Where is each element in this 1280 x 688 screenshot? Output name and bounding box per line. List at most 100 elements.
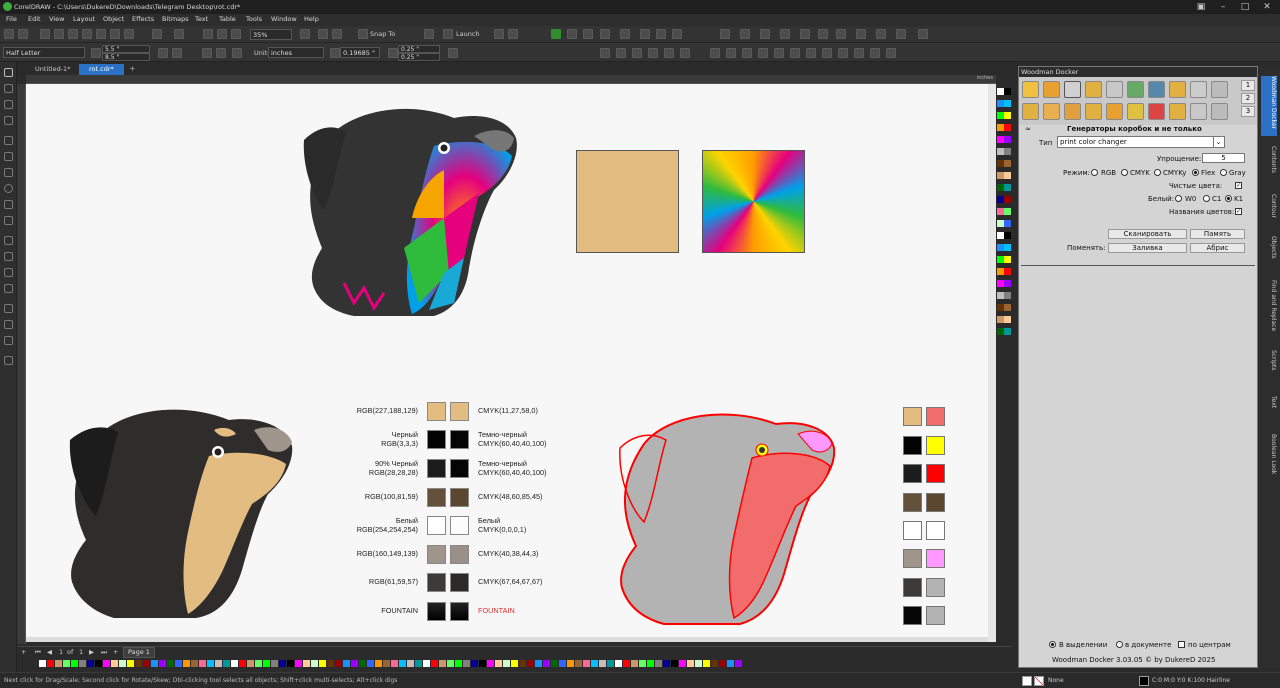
palette-swatch-h[interactable]: [111, 660, 118, 667]
result-swatch-4-b[interactable]: [926, 493, 945, 512]
export-icon[interactable]: [124, 29, 134, 39]
palette-swatch-h[interactable]: [503, 660, 510, 667]
dimension-tool-icon[interactable]: [4, 252, 13, 261]
menu-help[interactable]: Help: [304, 15, 319, 23]
palette-swatch-h[interactable]: [671, 660, 678, 667]
tool-e-icon[interactable]: [740, 29, 750, 39]
cut-icon[interactable]: [68, 29, 78, 39]
tool-k-icon[interactable]: [856, 29, 866, 39]
palette-swatch-v[interactable]: [1004, 244, 1011, 251]
tool-f-icon[interactable]: [760, 29, 770, 39]
snap-icon[interactable]: [358, 29, 368, 39]
palette-swatch-h[interactable]: [615, 660, 622, 667]
menu-layout[interactable]: Layout: [73, 15, 95, 23]
menu-table[interactable]: Table: [219, 15, 236, 23]
palette-swatch-h[interactable]: [439, 660, 446, 667]
add-page-icon[interactable]: +: [21, 648, 26, 656]
result-swatch-3-a[interactable]: [903, 464, 922, 483]
palette-swatch-v[interactable]: [1004, 112, 1011, 119]
side-tab-boolean[interactable]: Boolean Lookups: [1261, 434, 1277, 474]
palette-swatch-h[interactable]: [703, 660, 710, 667]
palette-swatch-v[interactable]: [997, 268, 1004, 275]
zoom-tool-icon[interactable]: [4, 116, 13, 125]
result-swatch-4-a[interactable]: [903, 493, 922, 512]
mode-rgb-radio[interactable]: [1091, 169, 1098, 176]
palette-swatch-h[interactable]: [231, 660, 238, 667]
pick-tool-icon[interactable]: [4, 68, 13, 77]
result-swatch-5-b[interactable]: [926, 521, 945, 540]
palette-swatch-h[interactable]: [431, 660, 438, 667]
palette-swatch-v[interactable]: [997, 220, 1004, 227]
interactive-fill-icon[interactable]: [4, 320, 13, 329]
launch-dropdown[interactable]: Launch: [456, 30, 480, 38]
palette-swatch-h[interactable]: [543, 660, 550, 667]
palette-swatch-v[interactable]: [997, 100, 1004, 107]
palette-swatch-h[interactable]: [383, 660, 390, 667]
palette-swatch-h[interactable]: [151, 660, 158, 667]
plugin-icon-10[interactable]: [758, 48, 768, 58]
palette-swatch-h[interactable]: [39, 660, 46, 667]
palette-swatch-v[interactable]: [1004, 124, 1011, 131]
plugin-icon-1[interactable]: [600, 48, 610, 58]
palette-swatch-h[interactable]: [183, 660, 190, 667]
swatch-row-4-cmyk[interactable]: [450, 488, 469, 507]
palette-swatch-h[interactable]: [399, 660, 406, 667]
settings-icon[interactable]: [508, 29, 518, 39]
fountain-preview-square[interactable]: [702, 150, 805, 253]
palette-swatch-v[interactable]: [997, 124, 1004, 131]
palette-swatches-h[interactable]: [39, 660, 759, 668]
palette-swatch-h[interactable]: [223, 660, 230, 667]
side-tab-text[interactable]: Text: [1261, 396, 1277, 426]
landscape-icon[interactable]: [172, 48, 182, 58]
swatch-row-7-cmyk[interactable]: [450, 573, 469, 592]
palette-swatch-h[interactable]: [567, 660, 574, 667]
save-icon[interactable]: [40, 29, 50, 39]
palette-swatch-v[interactable]: [1004, 88, 1011, 95]
plugin-icon-12[interactable]: [790, 48, 800, 58]
facing-pages-icon[interactable]: [232, 48, 242, 58]
plugin-icon-17[interactable]: [870, 48, 880, 58]
palette-swatch-v[interactable]: [997, 280, 1004, 287]
palette-swatch-h[interactable]: [679, 660, 686, 667]
palette-swatch-h[interactable]: [727, 660, 734, 667]
palette-swatch-h[interactable]: [719, 660, 726, 667]
coin-icon[interactable]: [1085, 81, 1102, 98]
tool-m-icon[interactable]: [896, 29, 906, 39]
gear-wheel-icon[interactable]: [1211, 81, 1228, 98]
fill-button[interactable]: Заливка: [1108, 243, 1187, 253]
disc-icon[interactable]: [1211, 103, 1228, 120]
smart-fill-icon[interactable]: [4, 336, 13, 345]
mode-gray-radio[interactable]: [1220, 169, 1227, 176]
result-swatch-3-b[interactable]: [926, 464, 945, 483]
palette-swatch-h[interactable]: [423, 660, 430, 667]
palette-swatch-h[interactable]: [711, 660, 718, 667]
palette-swatch-h[interactable]: [487, 660, 494, 667]
undo-icon[interactable]: [152, 29, 162, 39]
palette-swatch-h[interactable]: [367, 660, 374, 667]
white-w0-radio[interactable]: [1175, 195, 1182, 202]
palette-swatch-h[interactable]: [255, 660, 262, 667]
swatch-row-8-cmyk[interactable]: [450, 602, 469, 621]
snap-settings-icon[interactable]: [448, 48, 458, 58]
eyedropper-tool-icon[interactable]: [4, 304, 13, 313]
plugin-icon-9[interactable]: [742, 48, 752, 58]
rottweiler-colorful-artwork[interactable]: [294, 98, 520, 318]
palette-swatch-h[interactable]: [279, 660, 286, 667]
palette-swatch-h[interactable]: [623, 660, 630, 667]
page-tab[interactable]: Page 1: [123, 647, 155, 658]
palette-swatch-h[interactable]: [327, 660, 334, 667]
palette-swatch-h[interactable]: [119, 660, 126, 667]
vertical-ruler[interactable]: [17, 84, 26, 644]
tool-h-icon[interactable]: [800, 29, 810, 39]
palette-swatch-h[interactable]: [631, 660, 638, 667]
palette-swatch-h[interactable]: [95, 660, 102, 667]
palette-swatch-h[interactable]: [351, 660, 358, 667]
palette-swatch-v[interactable]: [1004, 328, 1011, 335]
palette-swatch-h[interactable]: [79, 660, 86, 667]
page-height-field[interactable]: 8.5 ": [102, 53, 150, 61]
palette-swatch-v[interactable]: [997, 328, 1004, 335]
memory-button[interactable]: Память: [1190, 229, 1245, 239]
palette-swatch-v[interactable]: [997, 316, 1004, 323]
rectangle-tool-icon[interactable]: [4, 168, 13, 177]
scan-button[interactable]: Сканировать: [1108, 229, 1187, 239]
